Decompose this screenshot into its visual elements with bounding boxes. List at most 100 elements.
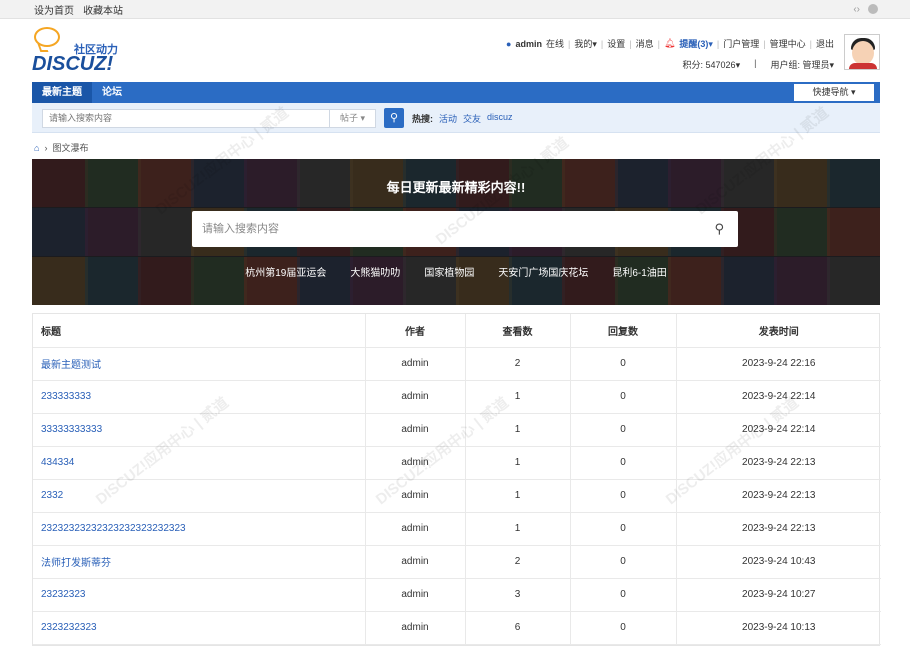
thread-title-link[interactable]: 33333333333 xyxy=(41,424,102,435)
settings-link[interactable]: 设置 xyxy=(607,37,625,50)
hot-search: 热搜: 活动 交友 discuz xyxy=(412,112,513,125)
thread-title-cell: 23232323 xyxy=(33,578,366,612)
thread-title-link[interactable]: 434334 xyxy=(41,457,74,468)
table-header-row: 标题 作者 查看数 回复数 发表时间 xyxy=(33,314,881,348)
globe-icon[interactable] xyxy=(868,3,878,14)
thread-views: 2 xyxy=(465,347,571,381)
search-type-select[interactable]: 帖子 ▾ xyxy=(330,109,376,128)
hot-search-term[interactable]: 活动 xyxy=(439,112,457,125)
thread-author[interactable]: admin xyxy=(365,479,466,513)
breadcrumb-current[interactable]: 图文瀑布 xyxy=(52,141,88,154)
thread-author[interactable]: admin xyxy=(365,446,466,480)
thread-title-cell: 434334 xyxy=(33,446,366,480)
thread-author[interactable]: admin xyxy=(365,380,466,414)
thread-title-cell: 233333333 xyxy=(33,380,366,414)
thread-date: 2023-9-24 22:13 xyxy=(676,479,881,513)
logo-bubble-icon xyxy=(34,27,60,47)
thread-replies: 0 xyxy=(570,578,677,612)
nav-item-latest[interactable]: 最新主题 xyxy=(32,82,92,103)
banner-tags: 杭州第19届亚运会 大熊猫叻叻 国家植物园 天安门广场国庆花坛 昆利6-1油田 xyxy=(32,264,880,279)
main-nav: 最新主题 论坛 快捷导航 ▾ xyxy=(32,82,880,103)
thread-title-link[interactable]: 23232323232323232323232323 xyxy=(41,523,186,534)
user-group-menu[interactable]: 用户组: 管理员▾ xyxy=(770,58,834,71)
banner-tag[interactable]: 昆利6-1油田 xyxy=(612,264,666,279)
user-bar: ● admin 在线 | 我的▾ | 设置 | 消息 | 🔔︎ 提醒(3)▾ |… xyxy=(506,37,834,71)
breadcrumb: ⌂ › 图文瀑布 xyxy=(34,141,88,154)
table-row: 最新主题测试 admin 2 0 2023-9-24 22:16 xyxy=(33,347,881,381)
table-row: 23232323232323232323232323 admin 1 0 2023-9-… xyxy=(33,512,881,546)
alerts-menu[interactable]: 提醒(3)▾ xyxy=(679,37,713,50)
thread-views: 6 xyxy=(465,611,571,645)
points-menu[interactable]: 积分: 547026▾ xyxy=(683,58,741,71)
hot-search-label: 热搜: xyxy=(412,114,433,124)
thread-title-link[interactable]: 法师打发斯蒂芬 xyxy=(41,558,111,569)
admin-center-link[interactable]: 管理中心 xyxy=(770,37,806,50)
top-bar: 设为首页 收藏本站 ‹› xyxy=(0,0,910,19)
set-home-link[interactable]: 设为首页 xyxy=(34,6,74,17)
banner-tag[interactable]: 大熊猫叻叻 xyxy=(350,264,400,279)
thread-author[interactable]: admin xyxy=(365,413,466,447)
banner-search-input[interactable]: 请输入搜索内容 ⚲ xyxy=(192,211,738,247)
table-row: 2323232323 admin 6 0 2023-9-24 10:13 xyxy=(33,611,881,645)
hot-search-term[interactable]: discuz xyxy=(487,112,513,125)
thread-date: 2023-9-24 22:14 xyxy=(676,413,881,447)
thread-title-link[interactable]: 2332 xyxy=(41,490,63,501)
banner: 每日更新最新精彩内容!! 请输入搜索内容 ⚲ 杭州第19届亚运会 大熊猫叻叻 国… xyxy=(32,159,880,305)
thread-author[interactable]: admin xyxy=(365,347,466,381)
thread-author[interactable]: admin xyxy=(365,578,466,612)
thread-title-link[interactable]: 23232323 xyxy=(41,589,86,600)
nav-item-forum[interactable]: 论坛 xyxy=(92,82,132,103)
table-row: 23232323 admin 3 0 2023-9-24 10:27 xyxy=(33,578,881,612)
thread-date: 2023-9-24 10:27 xyxy=(676,578,881,612)
thread-title-cell: 2323232323 xyxy=(33,611,366,645)
thread-author[interactable]: admin xyxy=(365,545,466,579)
thread-replies: 0 xyxy=(570,512,677,546)
thread-table: 标题 作者 查看数 回复数 发表时间 最新主题测试 admin 2 0 2023-9-2… xyxy=(32,313,881,646)
column-header-author: 作者 xyxy=(365,314,466,348)
banner-tag[interactable]: 杭州第19届亚运会 xyxy=(245,264,326,279)
mine-menu[interactable]: 我的▾ xyxy=(574,37,597,50)
user-icon: ● xyxy=(506,38,512,49)
logout-link[interactable]: 退出 xyxy=(816,37,834,50)
thread-replies: 0 xyxy=(570,446,677,480)
thread-title-link[interactable]: 233333333 xyxy=(41,391,91,402)
thread-title-link[interactable]: 最新主题测试 xyxy=(41,360,101,371)
site-logo[interactable]: 社区动力 DISCUZ! xyxy=(32,27,132,79)
table-row: 法师打发斯蒂芬 admin 2 0 2023-9-24 10:43 xyxy=(33,545,881,579)
thread-replies: 0 xyxy=(570,413,677,447)
bell-icon: 🔔︎ xyxy=(663,38,676,48)
thread-views: 3 xyxy=(465,578,571,612)
code-icon[interactable]: ‹› xyxy=(853,4,860,15)
banner-tag[interactable]: 国家植物园 xyxy=(424,264,474,279)
banner-tag[interactable]: 天安门广场国庆花坛 xyxy=(498,264,588,279)
online-status: 在线 xyxy=(545,39,564,49)
search-icon[interactable]: ⚲ xyxy=(714,211,724,247)
search-input[interactable]: 请输入搜索内容 xyxy=(42,109,330,128)
thread-date: 2023-9-24 10:43 xyxy=(676,545,881,579)
username-link[interactable]: admin xyxy=(515,39,542,49)
thread-views: 1 xyxy=(465,512,571,546)
thread-date: 2023-9-24 22:16 xyxy=(676,347,881,381)
thread-title-link[interactable]: 2323232323 xyxy=(41,622,97,633)
thread-author[interactable]: admin xyxy=(365,512,466,546)
table-row: 233333333 admin 1 0 2023-9-24 22:14 xyxy=(33,380,881,414)
bookmark-link[interactable]: 收藏本站 xyxy=(83,6,123,17)
thread-title-cell: 法师打发斯蒂芬 xyxy=(33,545,366,579)
hot-search-term[interactable]: 交友 xyxy=(463,112,481,125)
thread-date: 2023-9-24 22:14 xyxy=(676,380,881,414)
thread-views: 1 xyxy=(465,479,571,513)
top-bar-tools: ‹› xyxy=(853,3,878,15)
thread-date: 2023-9-24 22:13 xyxy=(676,512,881,546)
home-icon[interactable]: ⌂ xyxy=(34,143,39,153)
table-row: 33333333333 admin 1 0 2023-9-24 22:14 xyxy=(33,413,881,447)
portal-admin-link[interactable]: 门户管理 xyxy=(723,37,759,50)
avatar[interactable] xyxy=(844,34,880,70)
search-button[interactable]: ⚲ xyxy=(384,108,404,128)
thread-author[interactable]: admin xyxy=(365,611,466,645)
thread-title-cell: 23232323232323232323232323 xyxy=(33,512,366,546)
messages-link[interactable]: 消息 xyxy=(636,37,654,50)
breadcrumb-separator: › xyxy=(44,142,48,153)
quick-nav-button[interactable]: 快捷导航 ▾ xyxy=(794,84,874,101)
thread-views: 1 xyxy=(465,446,571,480)
thread-replies: 0 xyxy=(570,347,677,381)
